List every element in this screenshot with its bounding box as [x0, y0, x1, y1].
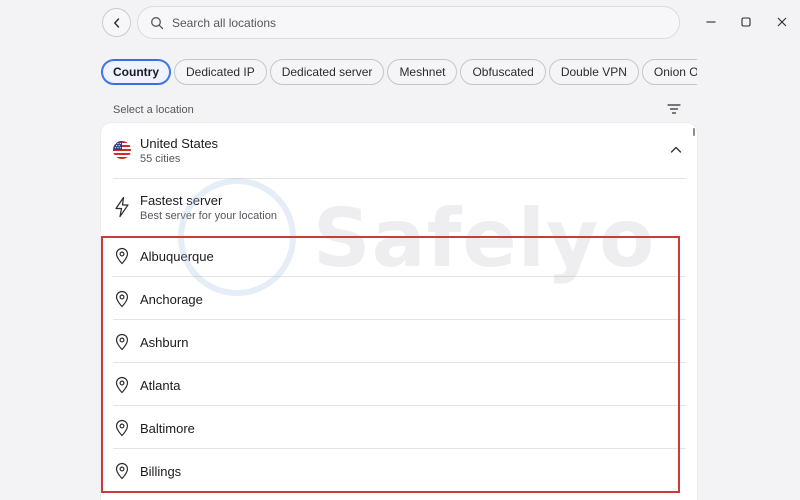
tab-meshnet[interactable]: Meshnet: [387, 59, 458, 85]
filter-icon: [667, 104, 681, 114]
tab-onion-over-vpn[interactable]: Onion Over VPN: [641, 59, 697, 85]
city-row-ashburn[interactable]: Ashburn: [101, 322, 697, 365]
search-input[interactable]: [172, 15, 652, 30]
city-row-atlanta[interactable]: Atlanta: [101, 365, 697, 408]
divider: [113, 362, 686, 363]
tab-double-vpn[interactable]: Double VPN: [548, 59, 639, 85]
city-name: Albuquerque: [140, 249, 214, 264]
chevron-left-icon: [113, 17, 119, 28]
filter-button[interactable]: [666, 101, 682, 117]
divider: [113, 448, 686, 449]
country-name: United States: [140, 136, 219, 151]
city-name: Atlanta: [140, 378, 181, 393]
minimize-button[interactable]: [702, 13, 720, 31]
location-pin-icon: [115, 290, 129, 308]
location-pin-icon: [115, 419, 129, 437]
city-row-baltimore[interactable]: Baltimore: [101, 408, 697, 451]
chevron-up-icon: [670, 146, 682, 153]
maximize-icon: [741, 17, 751, 27]
tab-dedicated-server[interactable]: Dedicated server: [269, 59, 385, 85]
close-icon: [777, 17, 787, 27]
lightning-bolt-icon: [115, 196, 129, 218]
city-row-billings[interactable]: Billings: [101, 451, 697, 494]
close-button[interactable]: [773, 13, 791, 31]
tab-obfuscated[interactable]: Obfuscated: [460, 59, 546, 85]
city-name: Ashburn: [140, 335, 189, 350]
scrollbar-thumb[interactable]: [693, 128, 695, 136]
divider: [113, 319, 686, 320]
city-name: Billings: [140, 464, 182, 479]
location-pin-icon: [115, 462, 129, 480]
location-pin-icon: [115, 376, 129, 394]
city-row-anchorage[interactable]: Anchorage: [101, 279, 697, 322]
tab-dedicated-ip[interactable]: Dedicated IP: [174, 59, 267, 85]
divider: [113, 276, 686, 277]
search-icon: [151, 16, 164, 29]
maximize-button[interactable]: [737, 13, 755, 31]
location-list-panel: United States 55 cities Fastest server B…: [101, 123, 697, 500]
location-type-tabs: Country Dedicated IP Dedicated server Meshn…: [101, 59, 697, 86]
fastest-server-title: Fastest server: [140, 193, 223, 208]
country-row-united-states[interactable]: United States 55 cities: [101, 123, 697, 178]
fastest-server-row[interactable]: Fastest server Best server for your loca…: [101, 179, 697, 234]
location-pin-icon: [115, 247, 129, 265]
back-button[interactable]: [102, 8, 131, 37]
search-bar[interactable]: [137, 6, 680, 39]
minimize-icon: [706, 21, 716, 23]
tab-country[interactable]: Country: [101, 59, 171, 85]
city-name: Anchorage: [140, 292, 203, 307]
city-name: Baltimore: [140, 421, 195, 436]
us-flag-icon: [113, 141, 131, 159]
divider: [113, 405, 686, 406]
fastest-server-subtitle: Best server for your location: [140, 210, 277, 222]
city-row-albuquerque[interactable]: Albuquerque: [101, 236, 697, 279]
section-label: Select a location: [113, 104, 194, 116]
country-city-count: 55 cities: [140, 153, 181, 165]
collapse-button[interactable]: [668, 142, 684, 158]
location-pin-icon: [115, 333, 129, 351]
